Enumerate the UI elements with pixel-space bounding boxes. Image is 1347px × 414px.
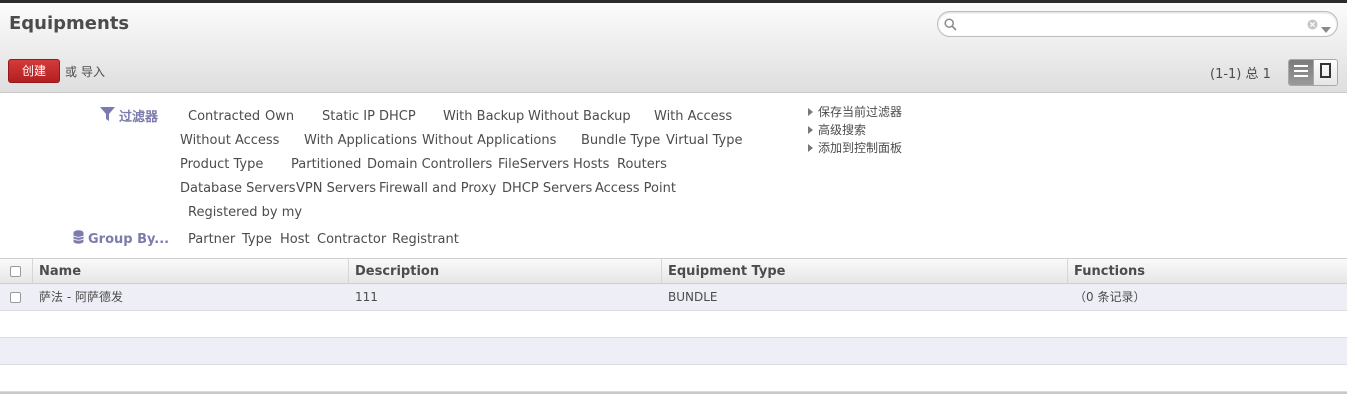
group-by-option[interactable]: Type: [242, 232, 272, 247]
triangle-right-icon: [808, 108, 813, 116]
column-header-description[interactable]: Description: [348, 259, 661, 283]
import-link[interactable]: 导入: [81, 63, 105, 80]
funnel-icon: [100, 106, 115, 125]
cell-name: 萨法 - 阿萨德发: [39, 290, 123, 304]
save-filter-link[interactable]: 保存当前过滤器: [808, 103, 902, 120]
list-view-button[interactable]: [1289, 60, 1313, 85]
table-footer: [0, 392, 1347, 394]
filter-option[interactable]: Static IP: [322, 109, 375, 124]
clear-icon[interactable]: [1307, 19, 1318, 34]
cell-equipment-type: BUNDLE: [668, 290, 718, 304]
empty-row: [0, 365, 1347, 392]
filter-option[interactable]: Own: [265, 109, 294, 124]
form-view-button[interactable]: [1312, 60, 1337, 85]
filter-option[interactable]: Without Access: [180, 133, 279, 148]
filter-option[interactable]: Contracted: [188, 109, 260, 124]
group-by-heading-label: Group By...: [88, 231, 170, 247]
filters-heading-label: 过滤器: [119, 110, 159, 125]
filter-option[interactable]: Domain Controllers: [367, 157, 492, 172]
filter-option[interactable]: Firewall and Proxy: [379, 181, 496, 196]
triangle-right-icon: [808, 126, 813, 134]
empty-row: [0, 311, 1347, 338]
filter-option[interactable]: FileServers: [498, 157, 569, 172]
row-checkbox[interactable]: [10, 292, 21, 303]
filter-option[interactable]: With Applications: [304, 133, 417, 148]
table-header: Name Description Equipment Type Function…: [0, 258, 1347, 284]
filter-option[interactable]: Hosts: [573, 157, 609, 172]
create-button[interactable]: 创建: [8, 59, 60, 83]
search-drawer: 过滤器 Contracted Own Static IP DHCP With B…: [0, 94, 1347, 258]
group-by-option[interactable]: Registrant: [392, 232, 459, 247]
control-panel: Equipments 创建 或 导入 (1-1) 总 1: [0, 3, 1347, 93]
add-to-dashboard-link[interactable]: 添加到控制面板: [808, 139, 902, 156]
search-box[interactable]: [937, 11, 1338, 37]
add-to-dashboard-label: 添加到控制面板: [818, 141, 903, 155]
group-by-option[interactable]: Host: [280, 232, 310, 247]
filter-option[interactable]: Registered by my: [188, 205, 302, 220]
or-text: 或: [65, 65, 78, 79]
empty-row: [0, 338, 1347, 365]
chevron-down-icon[interactable]: [1321, 22, 1331, 37]
filter-option[interactable]: VPN Servers: [296, 181, 376, 196]
filter-option[interactable]: Database Servers: [180, 181, 296, 196]
filter-option[interactable]: DHCP: [379, 109, 416, 124]
filter-option[interactable]: Routers: [617, 157, 667, 172]
filter-option[interactable]: Access Point: [595, 181, 676, 196]
filter-option[interactable]: Product Type: [180, 157, 263, 172]
database-icon: [73, 230, 84, 248]
filter-option[interactable]: Partitioned: [291, 157, 361, 172]
filter-option[interactable]: With Backup: [443, 109, 524, 124]
advanced-search-label: 高级搜索: [818, 123, 867, 137]
search-icon: [944, 18, 957, 35]
group-by-option[interactable]: Contractor: [317, 232, 386, 247]
advanced-search-link[interactable]: 高级搜索: [808, 121, 866, 138]
filters-heading: 过滤器: [100, 106, 158, 125]
filter-option[interactable]: With Access: [654, 109, 732, 124]
column-header-name[interactable]: Name: [32, 259, 348, 283]
triangle-right-icon: [808, 144, 813, 152]
group-by-option[interactable]: Partner: [188, 232, 235, 247]
column-header-equipment-type[interactable]: Equipment Type: [661, 259, 1067, 283]
page-title: Equipments: [9, 13, 130, 34]
save-filter-label: 保存当前过滤器: [818, 105, 903, 119]
cell-functions: （0 条记录）: [1074, 290, 1146, 304]
filter-option[interactable]: Bundle Type: [581, 133, 660, 148]
table-row[interactable]: 萨法 - 阿萨德发 111 BUNDLE （0 条记录）: [0, 284, 1347, 311]
form-icon: [1319, 63, 1331, 82]
list-icon: [1293, 64, 1308, 81]
filter-option[interactable]: DHCP Servers: [502, 181, 592, 196]
filter-option[interactable]: Virtual Type: [666, 133, 742, 148]
group-by-heading: Group By...: [73, 230, 169, 248]
column-header-functions[interactable]: Functions: [1067, 259, 1347, 283]
filter-option[interactable]: Without Applications: [422, 133, 556, 148]
cell-description: 111: [355, 290, 378, 304]
filter-option[interactable]: Without Backup: [528, 109, 631, 124]
search-input[interactable]: [960, 15, 1290, 33]
list-table: Name Description Equipment Type Function…: [0, 258, 1347, 392]
view-switcher: [1288, 59, 1338, 86]
select-all-checkbox[interactable]: [10, 266, 21, 277]
pager-value[interactable]: (1-1) 总 1: [1210, 63, 1271, 82]
